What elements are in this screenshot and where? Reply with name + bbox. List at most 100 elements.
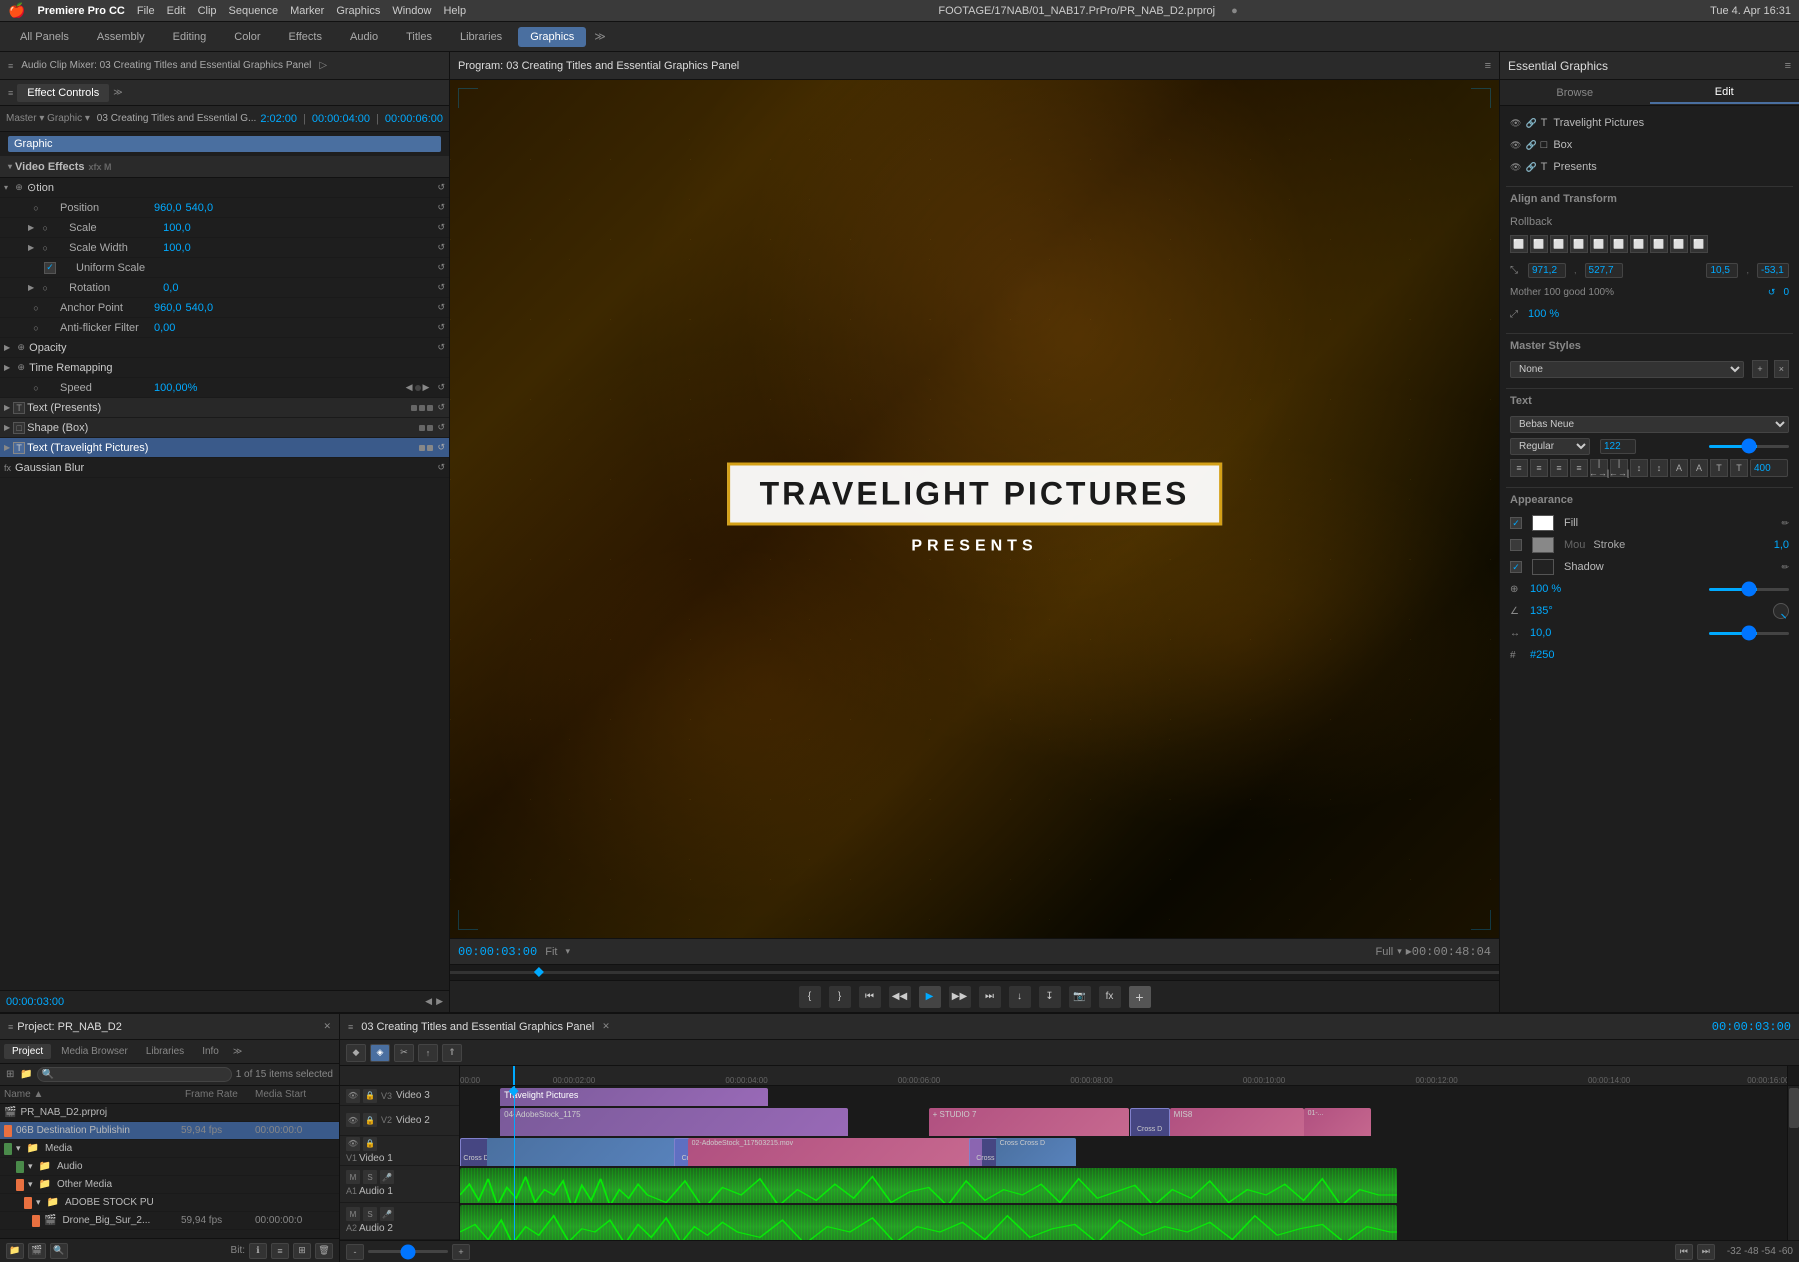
tl-zoom-in[interactable]: + xyxy=(452,1244,470,1260)
menu-edit[interactable]: Edit xyxy=(167,5,186,17)
speed-left[interactable]: ◀ xyxy=(406,382,413,393)
speed-right[interactable]: ▶ xyxy=(423,382,430,393)
reset-scale-width[interactable]: ↺ xyxy=(437,242,445,253)
tabs-more[interactable]: ≫ xyxy=(233,1046,242,1057)
project-search-input[interactable] xyxy=(37,1067,232,1082)
track-row-v3[interactable]: Travelight Pictures xyxy=(460,1086,1799,1106)
project-list-view[interactable]: ≡ xyxy=(271,1243,289,1259)
ec-timecode2[interactable]: 00:00:04:00 xyxy=(312,113,370,125)
col-name[interactable]: Name ▲ xyxy=(4,1089,185,1100)
distribute-e[interactable]: ⬜ xyxy=(1690,235,1708,253)
font-size-input[interactable] xyxy=(1600,439,1636,454)
align-left[interactable]: ⬜ xyxy=(1510,235,1528,253)
project-info[interactable]: ℹ xyxy=(249,1243,267,1259)
tl-go-start[interactable]: ⏮ xyxy=(1675,1244,1693,1260)
track-row-v1[interactable]: Cross Dissolve Cross D 02-AdobeStock_117… xyxy=(460,1136,1799,1166)
scale-arrow[interactable]: ▶ xyxy=(28,223,34,232)
video-effects-arrow[interactable]: ▾ xyxy=(8,162,12,171)
full-arrow[interactable]: ▾ xyxy=(1397,946,1402,957)
track-row-v2[interactable]: 04-AdobeStock_1175 + STUDIO 7 Cross D MI… xyxy=(460,1106,1799,1136)
go-to-in-button[interactable]: ⏮ xyxy=(859,986,881,1008)
scale-width-arrow[interactable]: ▶ xyxy=(28,243,34,252)
tab-edit[interactable]: Edit xyxy=(1650,82,1799,104)
fill-checkbox[interactable] xyxy=(1510,517,1522,529)
drone-clip-item[interactable]: 🎬 Drone_Big_Sur_2... 59,94 fps 00:00:00:… xyxy=(0,1212,339,1230)
tab-graphics[interactable]: Graphics xyxy=(518,27,586,47)
tab-libraries[interactable]: Libraries xyxy=(138,1044,192,1059)
folder-icon[interactable]: 📁 xyxy=(20,1069,32,1080)
reset-travelight[interactable]: ↺ xyxy=(437,442,445,453)
position-values[interactable]: 960,0 540,0 xyxy=(154,202,213,214)
reset-opacity[interactable]: ↺ xyxy=(437,342,445,353)
text-kern[interactable]: A xyxy=(1670,459,1688,477)
transport-bar[interactable] xyxy=(450,964,1499,980)
shadow-opacity-slider[interactable] xyxy=(1709,588,1789,591)
step-forward-button[interactable]: ▶▶ xyxy=(949,986,971,1008)
track-row-a1[interactable] xyxy=(460,1166,1799,1203)
reset-gaussian[interactable]: ↺ xyxy=(437,462,445,473)
menu-window[interactable]: Window xyxy=(392,5,431,17)
text-align-right[interactable]: ≡ xyxy=(1550,459,1568,477)
text-tsub[interactable]: T xyxy=(1710,459,1728,477)
stroke-val[interactable]: 1,0 xyxy=(1774,539,1789,551)
position-y[interactable]: 540,0 xyxy=(186,202,214,214)
audio-folder-arrow[interactable]: ▾ xyxy=(28,1161,33,1172)
add-button[interactable]: + xyxy=(1129,986,1151,1008)
project-file-item[interactable]: 🎬 PR_NAB_D2.prproj xyxy=(0,1104,339,1122)
anchor-y[interactable]: 540,0 xyxy=(186,302,214,314)
tab-project[interactable]: Project xyxy=(4,1044,51,1059)
anchor-x[interactable]: 960,0 xyxy=(154,302,182,314)
ec-current-time[interactable]: 00:00:03:00 xyxy=(6,996,64,1008)
tab-effects[interactable]: Effects xyxy=(277,27,334,47)
uniform-scale-checkbox[interactable] xyxy=(44,262,56,274)
reset-val[interactable]: 0 xyxy=(1783,287,1789,298)
text-align-justify[interactable]: ≡ xyxy=(1570,459,1588,477)
timeline-current-time[interactable]: 00:00:03:00 xyxy=(1712,1020,1791,1034)
tl-go-end[interactable]: ⏭ xyxy=(1697,1244,1715,1260)
scale-value[interactable]: 100,0 xyxy=(163,222,191,234)
text-presents-row[interactable]: ▶ T Text (Presents) ↺ xyxy=(0,398,449,418)
stroke-color-swatch[interactable] xyxy=(1532,537,1554,553)
track-a2-mute[interactable]: M xyxy=(346,1207,360,1221)
distribute-v[interactable]: ⬜ xyxy=(1650,235,1668,253)
tl-zoom-out[interactable]: - xyxy=(346,1244,364,1260)
rotation-value[interactable]: 0,0 xyxy=(163,282,178,294)
transform-row[interactable]: ▾ ⊕ ⊙tion ↺ xyxy=(0,178,449,198)
clip-06b-item[interactable]: 06B Destination Publishin 59,94 fps 00:0… xyxy=(0,1122,339,1140)
effects-button[interactable]: fx xyxy=(1099,986,1121,1008)
opacity-arrow[interactable]: ▶ xyxy=(4,343,10,352)
text-align-left[interactable]: ≡ xyxy=(1510,459,1528,477)
tl-lift[interactable]: ↑ xyxy=(418,1044,438,1062)
track-v1-eye[interactable]: 👁 xyxy=(346,1137,360,1151)
col-frame-rate[interactable]: Frame Rate xyxy=(185,1089,255,1100)
fill-color-swatch[interactable] xyxy=(1532,515,1554,531)
export-frame-button[interactable]: 📷 xyxy=(1069,986,1091,1008)
media-folder-arrow[interactable]: ▾ xyxy=(16,1143,21,1154)
reset-uniform-scale[interactable]: ↺ xyxy=(437,262,445,273)
reset-box[interactable]: ↺ xyxy=(437,422,445,433)
position-x[interactable]: 960,0 xyxy=(154,202,182,214)
reset-transform[interactable]: ↺ xyxy=(437,182,445,193)
menu-file[interactable]: File xyxy=(137,5,155,17)
layer-presents[interactable]: 👁 🔗 T Presents xyxy=(1506,156,1793,178)
transport-playhead[interactable] xyxy=(534,967,544,977)
layer-travelight-pictures[interactable]: 👁 🔗 T Travelight Pictures xyxy=(1506,112,1793,134)
reset-rotation[interactable]: ↺ xyxy=(437,282,445,293)
tl-zoom-slider[interactable] xyxy=(368,1250,448,1253)
tab-editing[interactable]: Editing xyxy=(161,27,219,47)
apple-icon[interactable]: 🍎 xyxy=(8,2,25,19)
stroke-checkbox[interactable] xyxy=(1510,539,1522,551)
track-a2-solo[interactable]: S xyxy=(363,1207,377,1221)
shadow-color-swatch[interactable] xyxy=(1532,559,1554,575)
eg-menu[interactable]: ≡ xyxy=(1785,60,1791,72)
anchor-point-values[interactable]: 960,0 540,0 xyxy=(154,302,213,314)
text-spacing3[interactable]: ↕ xyxy=(1630,459,1648,477)
project-new-bin[interactable]: 📁 xyxy=(6,1243,24,1259)
play-stop-button[interactable]: ▶ xyxy=(919,986,941,1008)
track-v1-lock[interactable]: 🔒 xyxy=(363,1137,377,1151)
col-media-start[interactable]: Media Start xyxy=(255,1089,335,1100)
tab-audio[interactable]: Audio xyxy=(338,27,390,47)
time-remapping-arrow[interactable]: ▶ xyxy=(4,363,10,372)
ec-timecode3[interactable]: 00:00:06:00 xyxy=(385,113,443,125)
shadow-angle-val[interactable]: 135° xyxy=(1530,605,1553,617)
